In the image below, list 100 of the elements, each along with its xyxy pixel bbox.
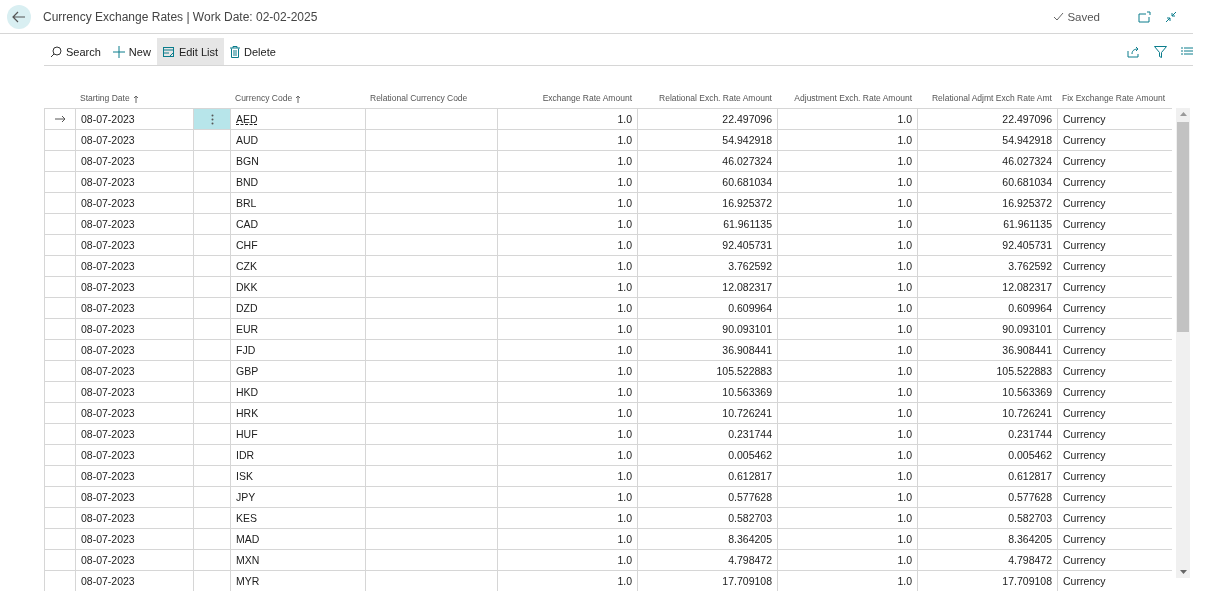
table-cell: 105.522883 [996, 365, 1052, 377]
open-new-window-icon[interactable] [1138, 10, 1151, 23]
column-header[interactable]: Relational Currency Code [370, 93, 468, 104]
table-cell: 08-07-2023 [81, 554, 135, 566]
table-cell: 0.577628 [1008, 491, 1052, 503]
table-cell: Currency [1063, 239, 1106, 251]
table-cell[interactable]: MYR [236, 575, 260, 587]
table-cell: Currency [1063, 197, 1106, 209]
share-icon[interactable] [1127, 45, 1140, 58]
table-cell: 08-07-2023 [81, 407, 135, 419]
collapse-icon[interactable] [1165, 10, 1177, 23]
table-cell: 08-07-2023 [81, 428, 135, 440]
table-cell[interactable]: CZK [236, 260, 257, 272]
table-cell: 8.364205 [728, 533, 772, 545]
action-button[interactable]: New [106, 38, 157, 65]
column-header[interactable]: Relational Adjmt Exch Rate Amt [932, 93, 1052, 104]
action-button[interactable]: Search [44, 38, 107, 65]
scrollbar-thumb[interactable] [1177, 122, 1189, 332]
column-header[interactable]: Starting Date [80, 93, 130, 104]
table-cell: 1.0 [897, 512, 912, 524]
table-cell[interactable]: EUR [236, 323, 259, 335]
back-button[interactable] [7, 4, 31, 29]
check-icon [1053, 12, 1065, 21]
table-cell[interactable]: ISK [236, 470, 253, 482]
table-cell: 16.925372 [1002, 197, 1052, 209]
table-cell[interactable]: DZD [236, 302, 258, 314]
scroll-down-icon[interactable] [1179, 570, 1187, 575]
edit-list-icon [162, 45, 175, 58]
table-cell: 1.0 [617, 344, 632, 356]
table-cell: 1.0 [897, 239, 912, 251]
table-cell: 1.0 [617, 239, 632, 251]
column-header[interactable]: Relational Exch. Rate Amount [659, 93, 772, 104]
table-cell: 0.005462 [1008, 449, 1052, 461]
table-cell[interactable]: KES [236, 512, 257, 524]
table-cell[interactable]: JPY [236, 491, 256, 503]
table-cell: 54.942918 [722, 134, 772, 146]
more-options-icon[interactable] [210, 113, 214, 125]
table-cell[interactable]: IDR [236, 449, 255, 461]
table-cell[interactable]: CAD [236, 218, 259, 230]
column-header[interactable]: Currency Code [235, 93, 293, 104]
table-cell: 1.0 [617, 134, 632, 146]
table-cell: 1.0 [897, 386, 912, 398]
table-cell: Currency [1063, 512, 1106, 524]
table-cell[interactable]: HKD [236, 386, 259, 398]
table-cell: 08-07-2023 [81, 134, 135, 146]
table-cell: 16.925372 [722, 197, 772, 209]
table-cell: 90.093101 [722, 323, 772, 335]
list-view-icon[interactable] [1181, 46, 1193, 57]
table-cell: 08-07-2023 [81, 344, 135, 356]
table-cell: Currency [1063, 218, 1106, 230]
action-button[interactable]: Edit List [156, 38, 224, 65]
table-cell[interactable]: DKK [236, 281, 258, 293]
table-cell: 61.961135 [1003, 218, 1052, 230]
scroll-up-icon[interactable] [1179, 111, 1187, 116]
filter-icon[interactable] [1154, 45, 1167, 58]
table-cell: 08-07-2023 [81, 512, 135, 524]
scrollbar[interactable] [1176, 108, 1190, 578]
current-row-arrow-icon [54, 115, 66, 123]
table-cell[interactable]: MAD [236, 533, 260, 545]
table-cell[interactable]: AED [236, 113, 258, 125]
table-cell: 61.961135 [723, 218, 772, 230]
table-cell: 12.082317 [1002, 281, 1052, 293]
page-title: Currency Exchange Rates | Work Date: 02-02-2025 [43, 9, 319, 24]
table-cell: 0.582703 [1008, 512, 1052, 524]
column-header[interactable]: Exchange Rate Amount [542, 93, 632, 104]
table-cell: 1.0 [897, 281, 912, 293]
search-icon [50, 45, 62, 58]
table-cell: Currency [1063, 533, 1106, 545]
table-cell[interactable]: HUF [236, 428, 258, 440]
table-cell: 08-07-2023 [81, 323, 135, 335]
table-cell: 10.726241 [1002, 407, 1052, 419]
table-cell: 46.027324 [1002, 155, 1052, 167]
table-cell: 17.709108 [722, 575, 772, 587]
table-cell[interactable]: AUD [236, 134, 259, 146]
table-cell[interactable]: BND [236, 176, 259, 188]
table-cell: Currency [1063, 365, 1106, 377]
table-cell[interactable]: FJD [236, 344, 256, 356]
table-cell: 1.0 [897, 302, 912, 314]
table-cell: 1.0 [617, 470, 632, 482]
table-cell: 08-07-2023 [81, 155, 135, 167]
table-cell: Currency [1063, 155, 1106, 167]
table-cell[interactable]: HRK [236, 407, 259, 419]
table-cell: 8.364205 [1008, 533, 1052, 545]
table-cell[interactable]: BRL [236, 197, 257, 209]
table-cell: 08-07-2023 [81, 491, 135, 503]
table-cell[interactable]: MXN [236, 554, 260, 566]
table-cell: 1.0 [897, 407, 912, 419]
table-cell: 1.0 [617, 302, 632, 314]
column-header[interactable]: Adjustment Exch. Rate Amount [794, 93, 912, 104]
table-cell[interactable]: GBP [236, 365, 259, 377]
table-cell: 0.582703 [728, 512, 772, 524]
table-cell: 1.0 [617, 554, 632, 566]
table-cell[interactable]: CHF [236, 239, 258, 251]
table-cell: Currency [1063, 407, 1106, 419]
table-cell: 08-07-2023 [81, 197, 135, 209]
action-button[interactable]: Delete [224, 38, 282, 65]
table-cell: Currency [1063, 470, 1106, 482]
table-cell: 08-07-2023 [81, 449, 135, 461]
table-cell[interactable]: BGN [236, 155, 259, 167]
column-header[interactable]: Fix Exchange Rate Amount [1062, 93, 1165, 104]
